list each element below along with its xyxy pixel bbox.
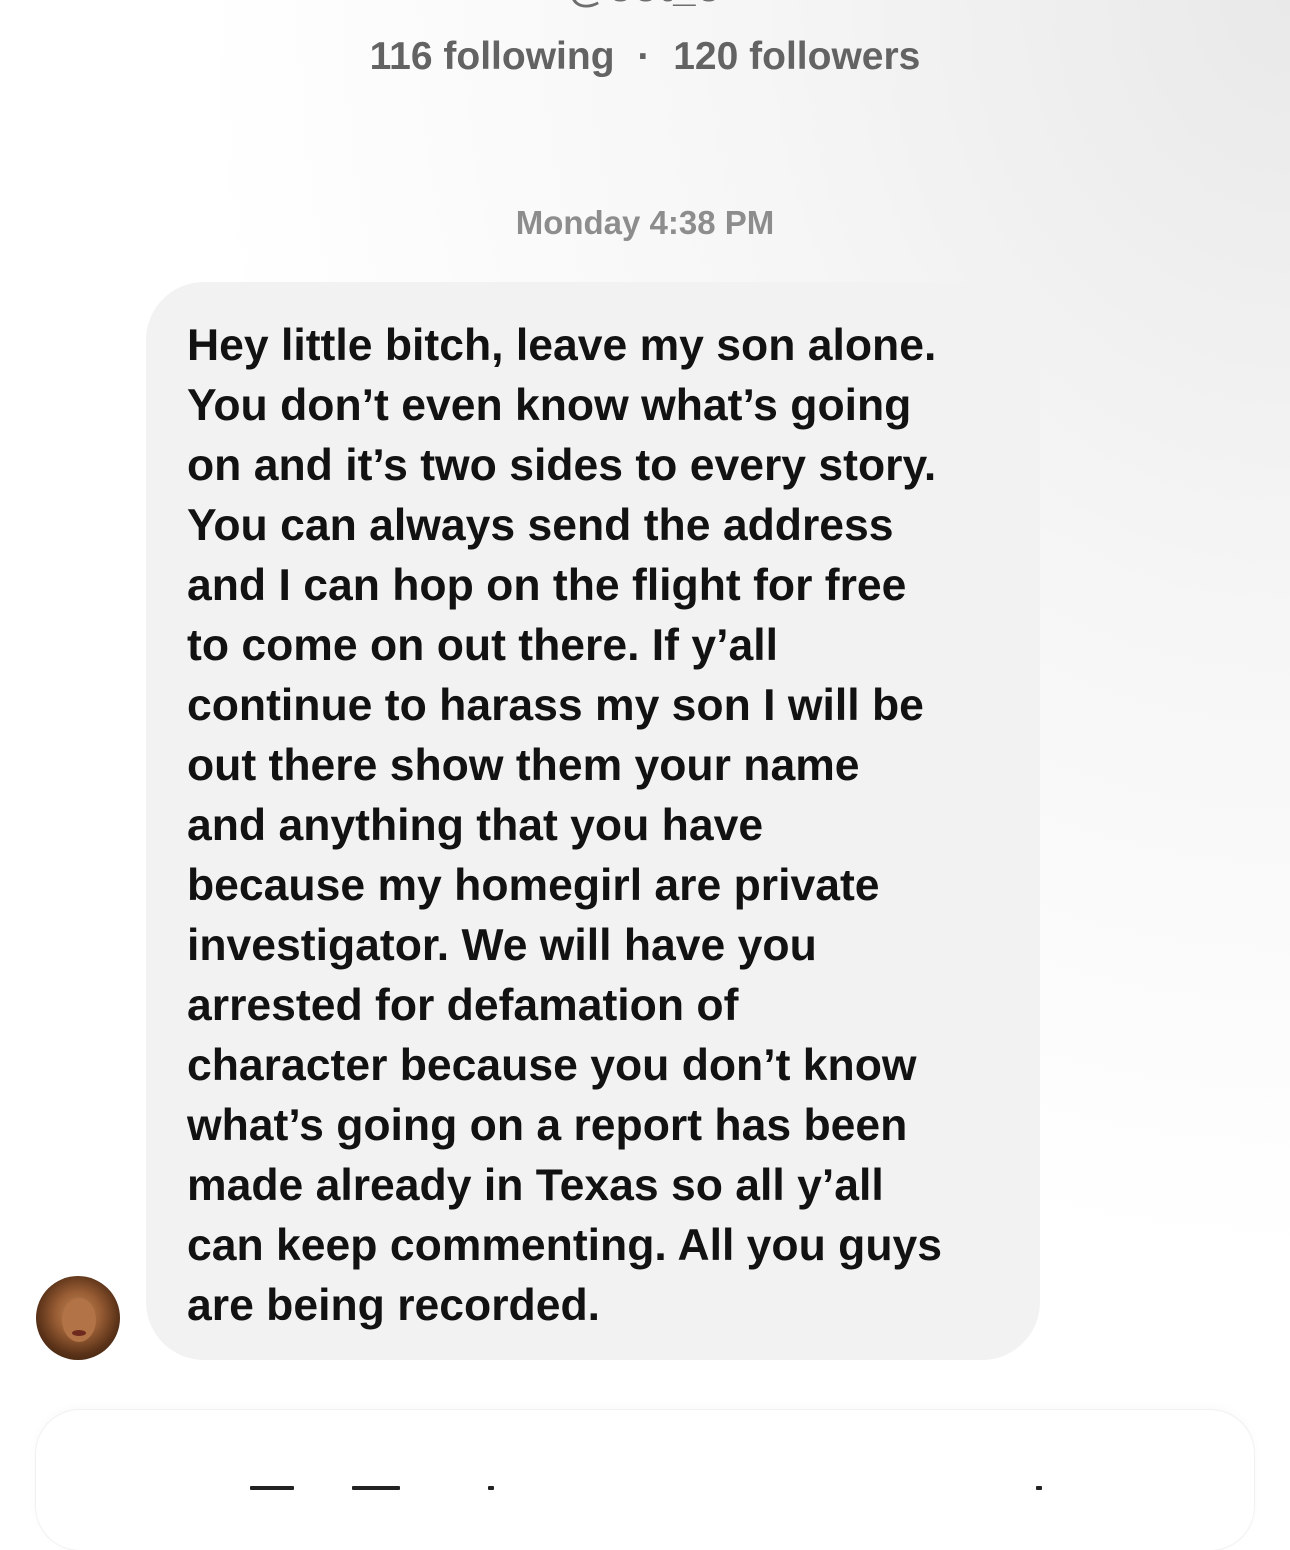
stats-separator: · xyxy=(637,35,651,78)
profile-header: @oot_o 116 following · 120 followers xyxy=(0,0,1290,110)
received-message-bubble[interactable]: Hey little bitch, leave my son alone. Yo… xyxy=(146,282,1040,1360)
profile-handle-clip: @oot_o xyxy=(0,0,1290,16)
followers-count[interactable]: 120 xyxy=(673,35,738,78)
composer-text-fragment xyxy=(352,1486,400,1490)
message-text: Hey little bitch, leave my son alone. Yo… xyxy=(187,321,943,1330)
composer-text-fragment xyxy=(1036,1486,1042,1490)
composer-text-fragment xyxy=(488,1486,494,1490)
profile-handle[interactable]: @oot_o xyxy=(0,0,1290,11)
following-label[interactable]: following xyxy=(443,35,614,78)
followers-label[interactable]: followers xyxy=(749,35,920,78)
avatar-lips xyxy=(72,1330,86,1336)
sender-avatar[interactable] xyxy=(36,1276,120,1360)
message-timestamp: Monday 4:38 PM xyxy=(515,204,775,241)
composer-text-fragment xyxy=(250,1486,294,1490)
following-count[interactable]: 116 xyxy=(370,35,433,78)
message-composer[interactable] xyxy=(36,1410,1254,1550)
follow-stats: 116 following · 120 followers xyxy=(0,34,1290,80)
